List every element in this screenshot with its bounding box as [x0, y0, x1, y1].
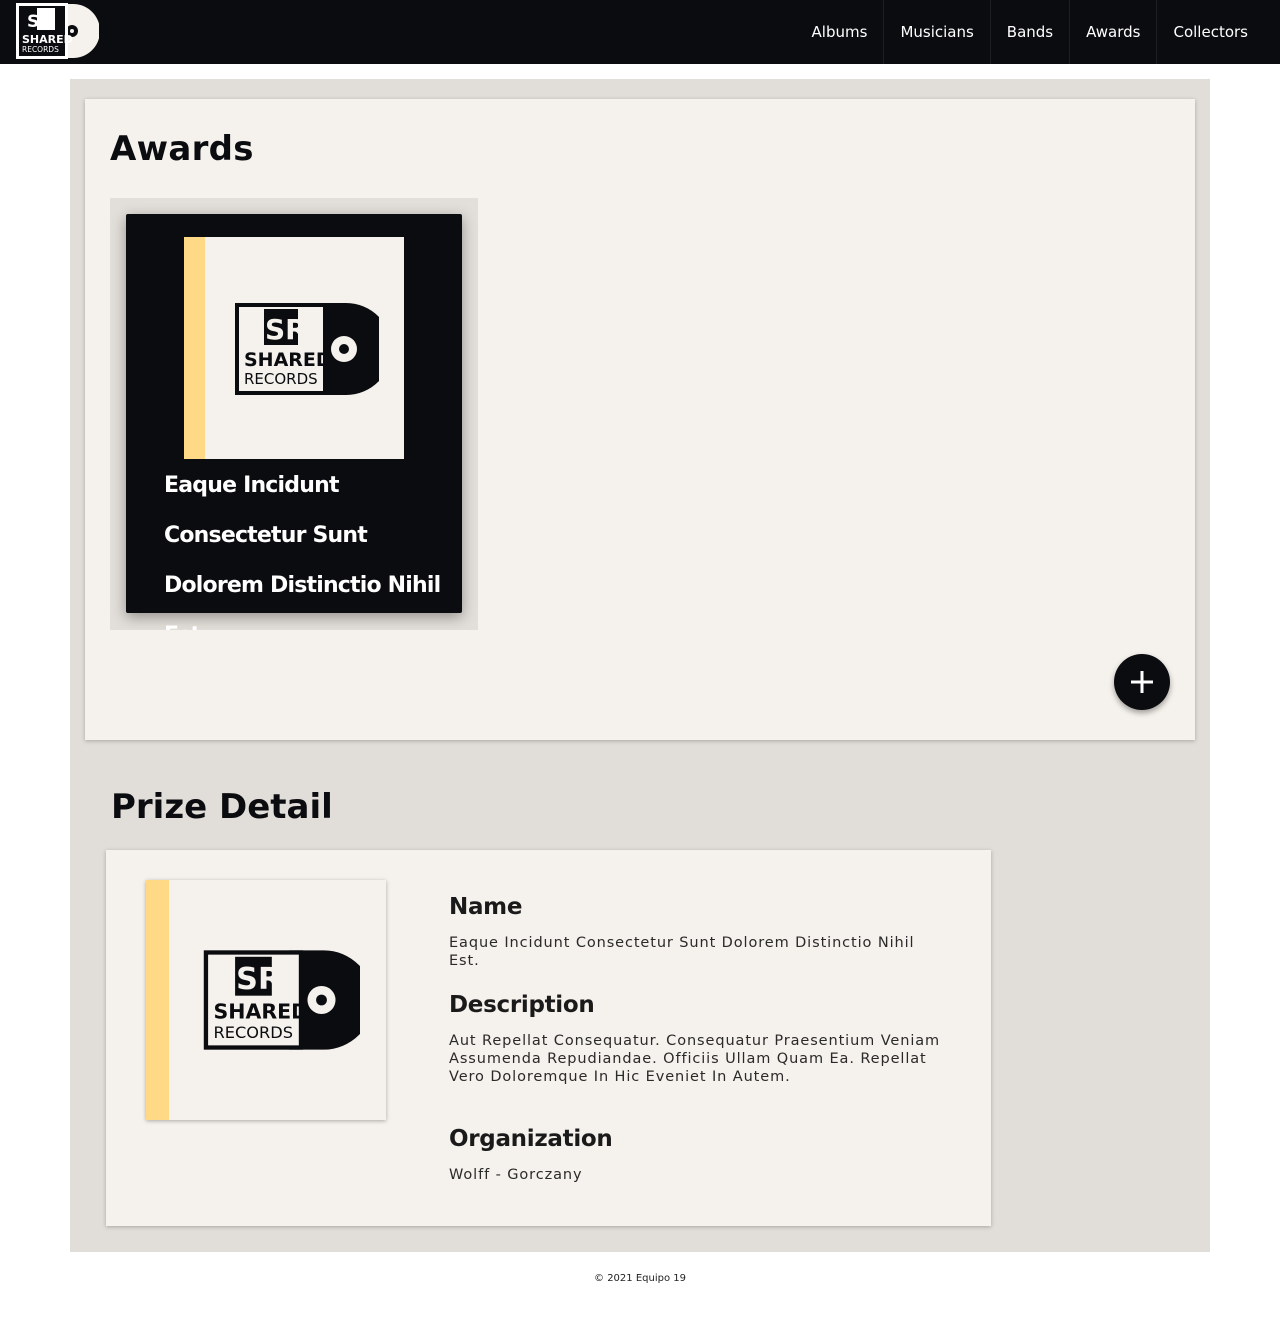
awards-title: Awards — [110, 129, 254, 169]
organization-value: Wolff - Gorczany — [449, 1167, 583, 1183]
svg-text:SHARED: SHARED — [214, 999, 309, 1023]
svg-text:RECORDS: RECORDS — [244, 370, 318, 388]
prize-detail-title: Prize Detail — [111, 787, 333, 827]
top-navbar: SR SHARED RECORDS Albums Musicians Bands… — [0, 0, 1280, 64]
main-content: Awards SR SHARED RECORDS Eaque Incidunt … — [70, 79, 1210, 1252]
description-field: Description Aut Repellat Consequatur. Co… — [449, 992, 949, 1086]
add-award-button[interactable] — [1114, 654, 1170, 710]
shared-records-logo[interactable]: SR SHARED RECORDS — [15, 2, 99, 60]
svg-text:SR: SR — [236, 962, 281, 997]
award-cover: SR SHARED RECORDS — [184, 237, 404, 459]
nav-musicians[interactable]: Musicians — [883, 0, 989, 64]
cover-spine — [146, 880, 169, 1120]
nav-collectors[interactable]: Collectors — [1156, 0, 1264, 64]
prize-detail-card: SR SHARED RECORDS Name Eaque Incidunt Co… — [106, 850, 991, 1226]
svg-text:SR: SR — [265, 313, 307, 346]
award-card[interactable]: SR SHARED RECORDS Eaque Incidunt Consect… — [126, 214, 462, 630]
name-label: Name — [449, 894, 523, 920]
awards-list: SR SHARED RECORDS Eaque Incidunt Consect… — [110, 198, 478, 630]
footer: © 2021 Equipo 19 — [594, 1273, 686, 1284]
svg-text:RECORDS: RECORDS — [214, 1023, 294, 1042]
description-label: Description — [449, 992, 595, 1018]
name-value: Eaque Incidunt Consectetur Sunt Dolorem … — [449, 935, 915, 969]
awards-panel: Awards SR SHARED RECORDS Eaque Incidunt … — [85, 99, 1195, 740]
svg-text:SHARED: SHARED — [244, 349, 332, 371]
organization-label: Organization — [449, 1126, 613, 1152]
plus-icon — [1131, 671, 1153, 693]
name-field: Name Eaque Incidunt Consectetur Sunt Dol… — [449, 894, 949, 970]
svg-text:SR: SR — [27, 12, 52, 32]
organization-field: Organization Wolff - Gorczany — [449, 1126, 613, 1184]
cover-spine — [184, 237, 205, 459]
nav-awards[interactable]: Awards — [1069, 0, 1156, 64]
shared-records-logo: SR SHARED RECORDS — [235, 303, 379, 395]
prize-cover: SR SHARED RECORDS — [146, 880, 386, 1120]
shared-records-logo: SR SHARED RECORDS — [203, 950, 360, 1050]
nav-bands[interactable]: Bands — [989, 0, 1069, 64]
main-nav: Albums Musicians Bands Awards Collectors — [796, 0, 1264, 64]
nav-albums[interactable]: Albums — [796, 0, 884, 64]
description-value: Aut Repellat Consequatur. Consequatur Pr… — [449, 1033, 941, 1085]
svg-text:RECORDS: RECORDS — [22, 45, 59, 54]
award-card-name: Eaque Incidunt Consectetur Sunt Dolorem … — [164, 473, 441, 630]
